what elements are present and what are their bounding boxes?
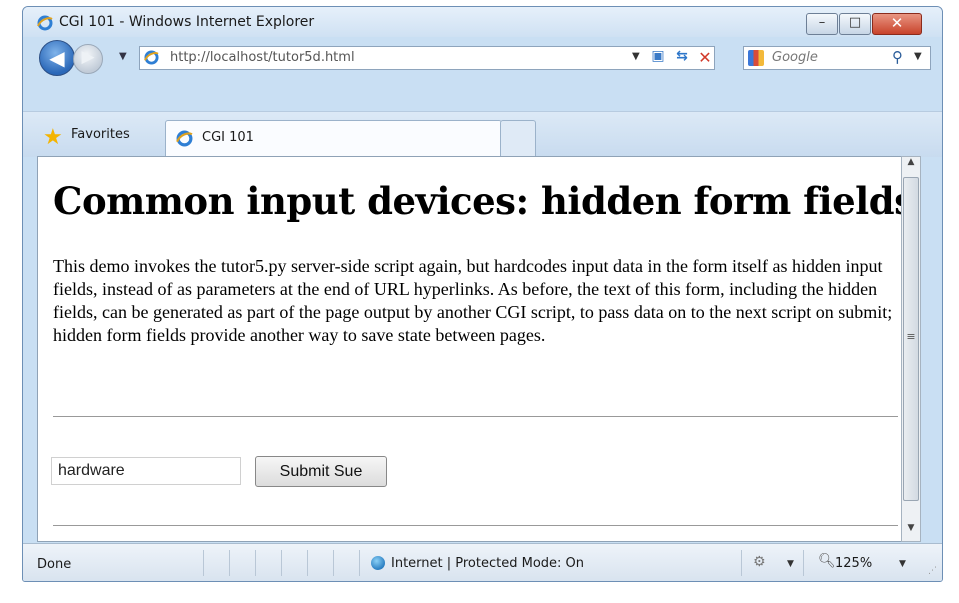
maximize-button[interactable]: □	[839, 13, 871, 35]
resize-grip-icon[interactable]: ⋰	[928, 566, 937, 576]
forward-arrow-icon: ▶	[81, 47, 95, 67]
refresh-icon[interactable]: ⇆	[672, 48, 692, 66]
zoom-level[interactable]: 125%	[835, 556, 872, 571]
status-divider	[281, 550, 282, 576]
stop-icon[interactable]: ✕	[695, 48, 715, 67]
status-bar: Done Internet | Protected Mode: On ⚙ ▼ 🔍…	[23, 543, 942, 581]
vertical-scrollbar[interactable]: ▲ ≡ ▼	[901, 156, 921, 542]
horizontal-rule	[53, 416, 898, 417]
new-tab-button[interactable]	[500, 120, 536, 157]
forward-button[interactable]: ▶	[73, 44, 103, 74]
close-icon: ✕	[890, 14, 904, 32]
status-text: Done	[37, 557, 72, 572]
status-divider	[803, 550, 804, 576]
grip-icon: ≡	[906, 330, 916, 343]
close-button[interactable]: ✕	[872, 13, 922, 35]
address-bar[interactable]: http://localhost/tutor5d.html ▼ ▣ ⇆ ✕	[139, 46, 715, 70]
ie-logo-icon	[37, 15, 53, 31]
manage-addons-icon[interactable]: ⚙	[753, 554, 766, 570]
status-divider	[741, 550, 742, 576]
back-arrow-icon: ◀	[49, 46, 65, 70]
page-content: Common input devices: hidden form fields…	[37, 156, 916, 542]
status-divider	[229, 550, 230, 576]
magnifier-icon[interactable]: ⚲	[892, 48, 903, 66]
back-button[interactable]: ◀	[39, 40, 75, 76]
zoom-dropdown-icon[interactable]: ▼	[899, 559, 906, 569]
star-icon: ★	[43, 125, 63, 150]
maximize-icon: □	[848, 15, 862, 30]
window-title: CGI 101 - Windows Internet Explorer	[59, 14, 315, 30]
security-zone[interactable]: Internet | Protected Mode: On	[391, 556, 584, 571]
search-input[interactable]: Google	[772, 50, 818, 65]
navigation-bar: ◀ ▶ ▼ http://localhost/tutor5d.html ▼ ▣ …	[23, 37, 942, 77]
description-paragraph: This demo invokes the tutor5.py server-s…	[53, 256, 893, 345]
zoom-icon[interactable]: 🔍︎	[818, 553, 836, 569]
page-heading: Common input devices: hidden form fields	[53, 179, 915, 223]
submit-button[interactable]: Submit Sue	[255, 456, 387, 487]
minimize-button[interactable]: –	[806, 13, 838, 35]
history-dropdown-icon[interactable]: ▼	[119, 51, 127, 62]
scroll-up-icon[interactable]: ▲	[902, 157, 920, 175]
minimize-icon: –	[818, 15, 826, 30]
tab-cgi-101[interactable]: CGI 101	[165, 120, 502, 157]
addons-dropdown-icon[interactable]: ▼	[787, 559, 794, 569]
search-dropdown-icon[interactable]: ▼	[914, 51, 922, 62]
search-box[interactable]: Google ⚲ ▼	[743, 46, 931, 70]
horizontal-rule	[53, 525, 898, 526]
favorites-bar: ★ Favorites CGI 101	[23, 111, 942, 157]
scroll-down-icon[interactable]: ▼	[902, 523, 920, 541]
ie-logo-icon	[176, 130, 193, 147]
compatibility-view-icon[interactable]: ▣	[648, 48, 668, 66]
google-icon	[748, 50, 764, 66]
status-divider	[255, 550, 256, 576]
text-field[interactable]	[51, 457, 241, 485]
status-divider	[333, 550, 334, 576]
address-url[interactable]: http://localhost/tutor5d.html	[170, 50, 355, 65]
favorites-label: Favorites	[71, 127, 130, 142]
address-dropdown-icon[interactable]: ▼	[632, 51, 640, 62]
title-bar: CGI 101 - Windows Internet Explorer – □ …	[23, 7, 942, 37]
page-icon	[144, 50, 159, 65]
status-divider	[307, 550, 308, 576]
globe-icon	[371, 556, 385, 570]
browser-window: CGI 101 - Windows Internet Explorer – □ …	[22, 6, 943, 582]
status-divider	[359, 550, 360, 576]
scroll-thumb[interactable]: ≡	[903, 177, 919, 501]
status-divider	[203, 550, 204, 576]
tab-label: CGI 101	[202, 130, 254, 145]
